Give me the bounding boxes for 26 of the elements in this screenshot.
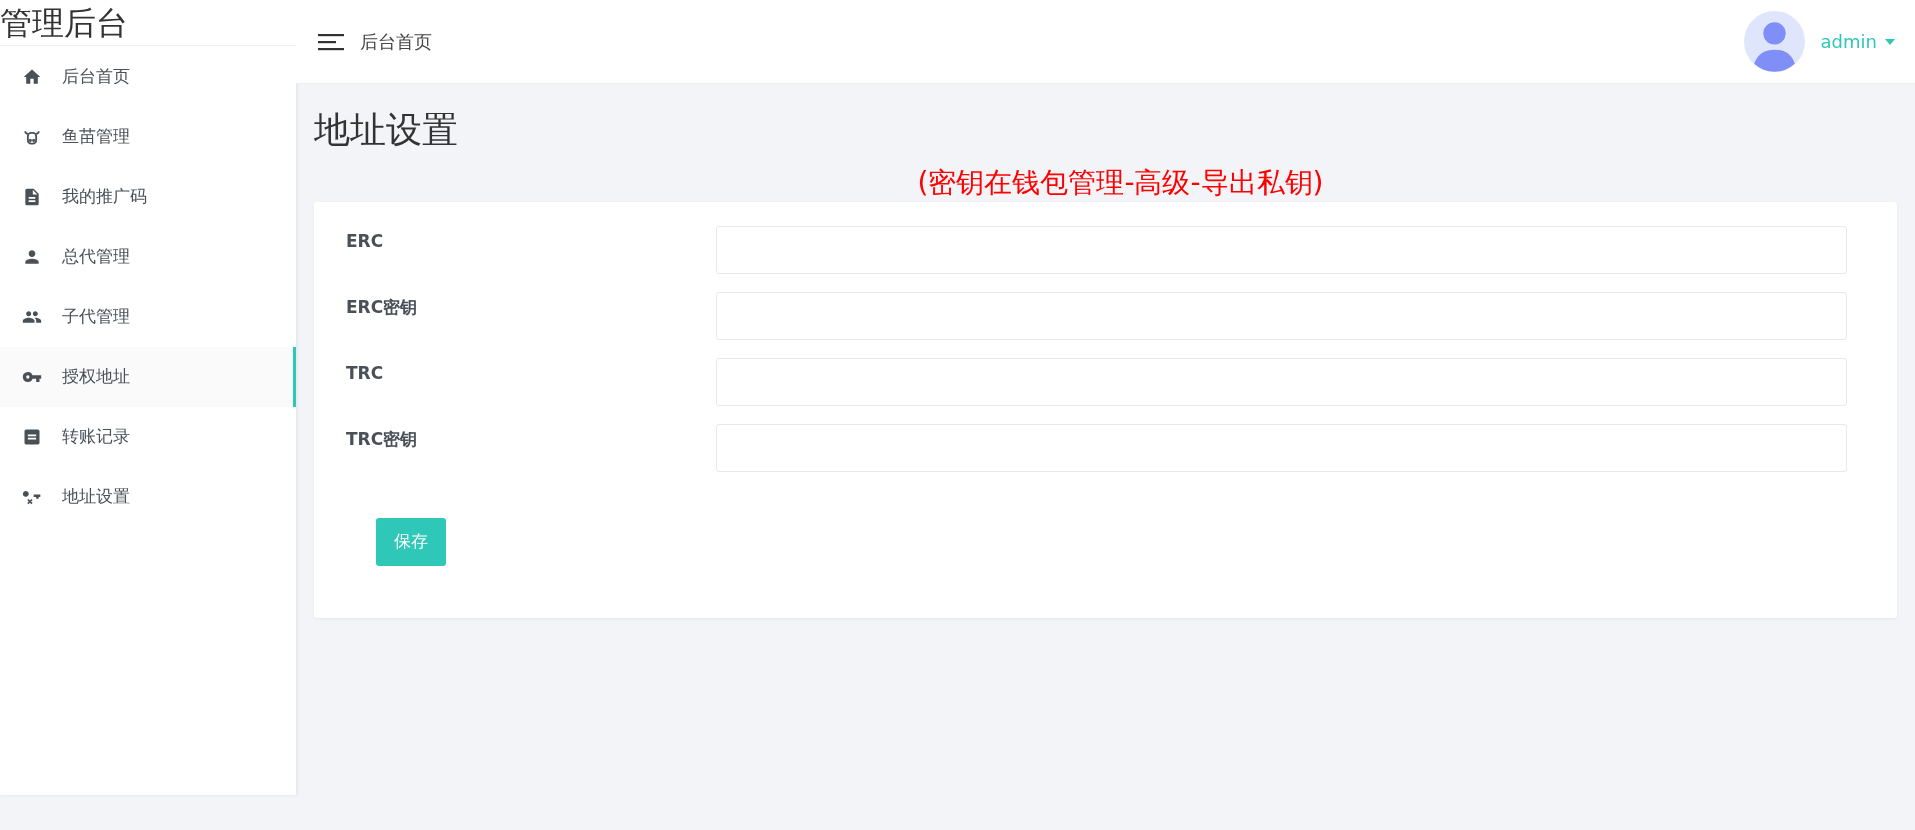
input-field[interactable] [716, 226, 1847, 274]
caret-icon [1885, 38, 1895, 45]
breadcrumb[interactable]: 后台首页 [360, 28, 432, 55]
list-icon [22, 427, 42, 447]
field-label: ERC密钥 [346, 296, 419, 319]
sidebar-item[interactable]: 子代管理 [0, 287, 296, 347]
sidebar-item[interactable]: 鱼苗管理 [0, 107, 296, 167]
hint-text: (密钥在钱包管理-高级-导出私钥) [917, 166, 1324, 200]
input-field[interactable] [716, 292, 1847, 340]
menu-icon[interactable] [318, 31, 344, 52]
page-title: 地址设置 [314, 108, 459, 152]
input-field[interactable] [716, 424, 1847, 472]
sidebar-item[interactable]: 总代管理 [0, 227, 296, 287]
sidebar-item[interactable]: 地址设置 [0, 467, 296, 527]
sidebar-item[interactable]: 后台首页 [0, 47, 296, 107]
input-field[interactable] [716, 358, 1847, 406]
home-icon [22, 67, 42, 87]
field-label: TRC密钥 [346, 428, 419, 451]
avatar-icon[interactable] [1743, 11, 1805, 72]
field-label: ERC [346, 230, 385, 253]
sidebar-item[interactable]: 授权地址 [0, 347, 296, 407]
app-title: 管理后台 [0, 2, 128, 43]
document-icon [22, 187, 42, 207]
sidebar-item[interactable]: 转账记录 [0, 407, 296, 467]
sidebar-item[interactable]: 我的推广码 [0, 167, 296, 227]
field-label: TRC [346, 362, 385, 385]
